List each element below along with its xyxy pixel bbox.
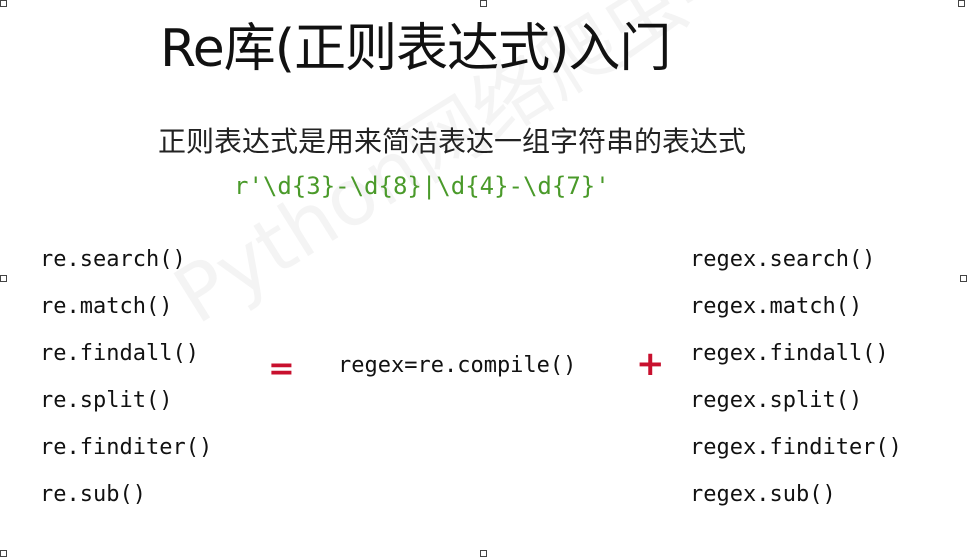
compile-expression: regex=re.compile() [338, 353, 577, 378]
slide: Python网络爬虫与信息提取 Re库(正则表达式)入门 正则表达式是用来简洁表… [0, 0, 967, 557]
selection-handle-bottom-left[interactable] [0, 550, 7, 557]
regex-method-item: regex.finditer() [690, 435, 902, 460]
regex-method-item: regex.sub() [690, 482, 836, 507]
re-function-item: re.split() [40, 388, 173, 413]
selection-handle-top-left[interactable] [0, 0, 7, 7]
re-function-list: re.search() re.match() re.findall() re.s… [40, 245, 212, 527]
re-function-item: re.findall() [40, 341, 199, 366]
regex-method-item: regex.search() [690, 247, 876, 272]
selection-handle-middle-left[interactable] [0, 275, 7, 282]
regex-method-item: regex.match() [690, 294, 863, 319]
selection-handle-top-right[interactable] [958, 0, 965, 7]
re-function-item: re.search() [40, 247, 186, 272]
plus-sign: + [636, 344, 665, 384]
re-function-item: re.sub() [40, 482, 146, 507]
slide-subtitle: 正则表达式是用来简洁表达一组字符串的表达式 [158, 125, 747, 158]
re-function-item: re.match() [40, 294, 173, 319]
regex-example: r'\d{3}-\d{8}|\d{4}-\d{7}' [234, 172, 610, 200]
regex-method-item: regex.split() [690, 388, 863, 413]
slide-title: Re库(正则表达式)入门 [160, 19, 671, 79]
regex-method-item: regex.findall() [690, 341, 889, 366]
selection-handle-bottom-middle[interactable] [480, 550, 487, 557]
re-function-item: re.finditer() [40, 435, 213, 460]
selection-handle-top-middle[interactable] [480, 0, 487, 7]
equals-sign: = [268, 349, 295, 387]
regex-method-list: regex.search() regex.match() regex.finda… [690, 245, 902, 527]
selection-handle-middle-right[interactable] [960, 275, 967, 282]
